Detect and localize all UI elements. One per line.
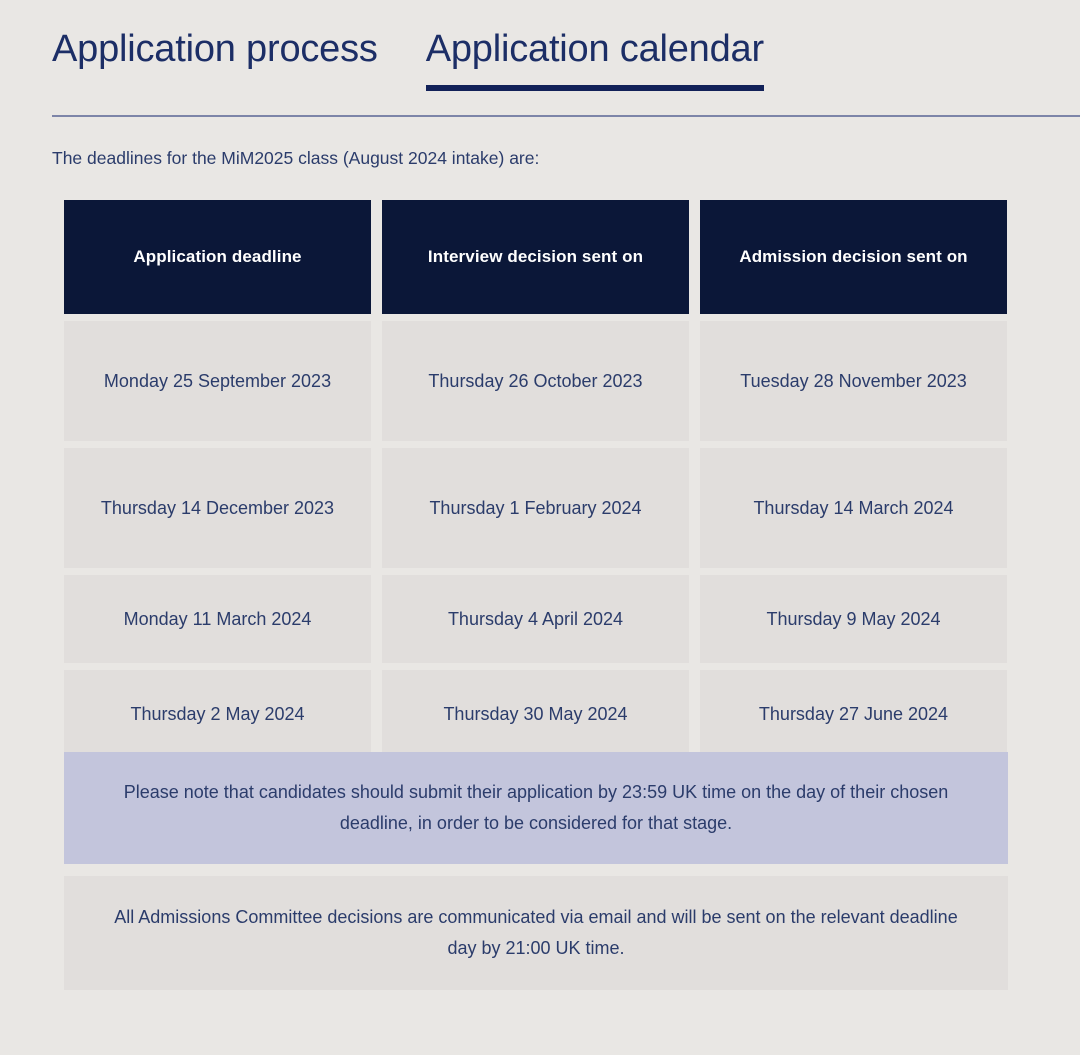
table-row: Monday 11 March 2024 Thursday 4 April 20… [64,575,1008,663]
tab-divider-rule [52,115,1080,117]
cell-interview-decision: Thursday 4 April 2024 [382,575,689,663]
column-header-application-deadline: Application deadline [64,200,371,314]
admissions-decision-note-text: All Admissions Committee decisions are c… [114,907,958,958]
application-calendar-table: Application deadline Interview decision … [64,200,1008,765]
cell-application-deadline: Thursday 2 May 2024 [64,670,371,758]
cell-admission-decision: Thursday 27 June 2024 [700,670,1007,758]
cell-admission-decision: Tuesday 28 November 2023 [700,321,1007,441]
cell-interview-decision: Thursday 30 May 2024 [382,670,689,758]
table-row: Thursday 2 May 2024 Thursday 30 May 2024… [64,670,1008,758]
tab-navigation: Application process Application calendar [0,22,1080,117]
table-row: Thursday 14 December 2023 Thursday 1 Feb… [64,448,1008,568]
cell-interview-decision: Thursday 26 October 2023 [382,321,689,441]
application-calendar-page: Application process Application calendar… [0,0,1080,1055]
column-header-admission-decision: Admission decision sent on [700,200,1007,314]
cell-application-deadline: Thursday 14 December 2023 [64,448,371,568]
submission-deadline-note: Please note that candidates should submi… [64,752,1008,864]
column-header-interview-decision: Interview decision sent on [382,200,689,314]
submission-deadline-note-text: Please note that candidates should submi… [123,782,949,833]
tab-application-calendar[interactable]: Application calendar [425,22,765,91]
cell-application-deadline: Monday 11 March 2024 [64,575,371,663]
table-header-row: Application deadline Interview decision … [64,200,1008,314]
cell-interview-decision: Thursday 1 February 2024 [382,448,689,568]
intro-text: The deadlines for the MiM2025 class (Aug… [52,148,540,168]
tab-list: Application process Application calendar [52,22,765,91]
admissions-decision-note: All Admissions Committee decisions are c… [64,876,1008,990]
cell-admission-decision: Thursday 9 May 2024 [700,575,1007,663]
cell-admission-decision: Thursday 14 March 2024 [700,448,1007,568]
cell-application-deadline: Monday 25 September 2023 [64,321,371,441]
table-row: Monday 25 September 2023 Thursday 26 Oct… [64,321,1008,441]
tab-application-process[interactable]: Application process [52,22,378,68]
